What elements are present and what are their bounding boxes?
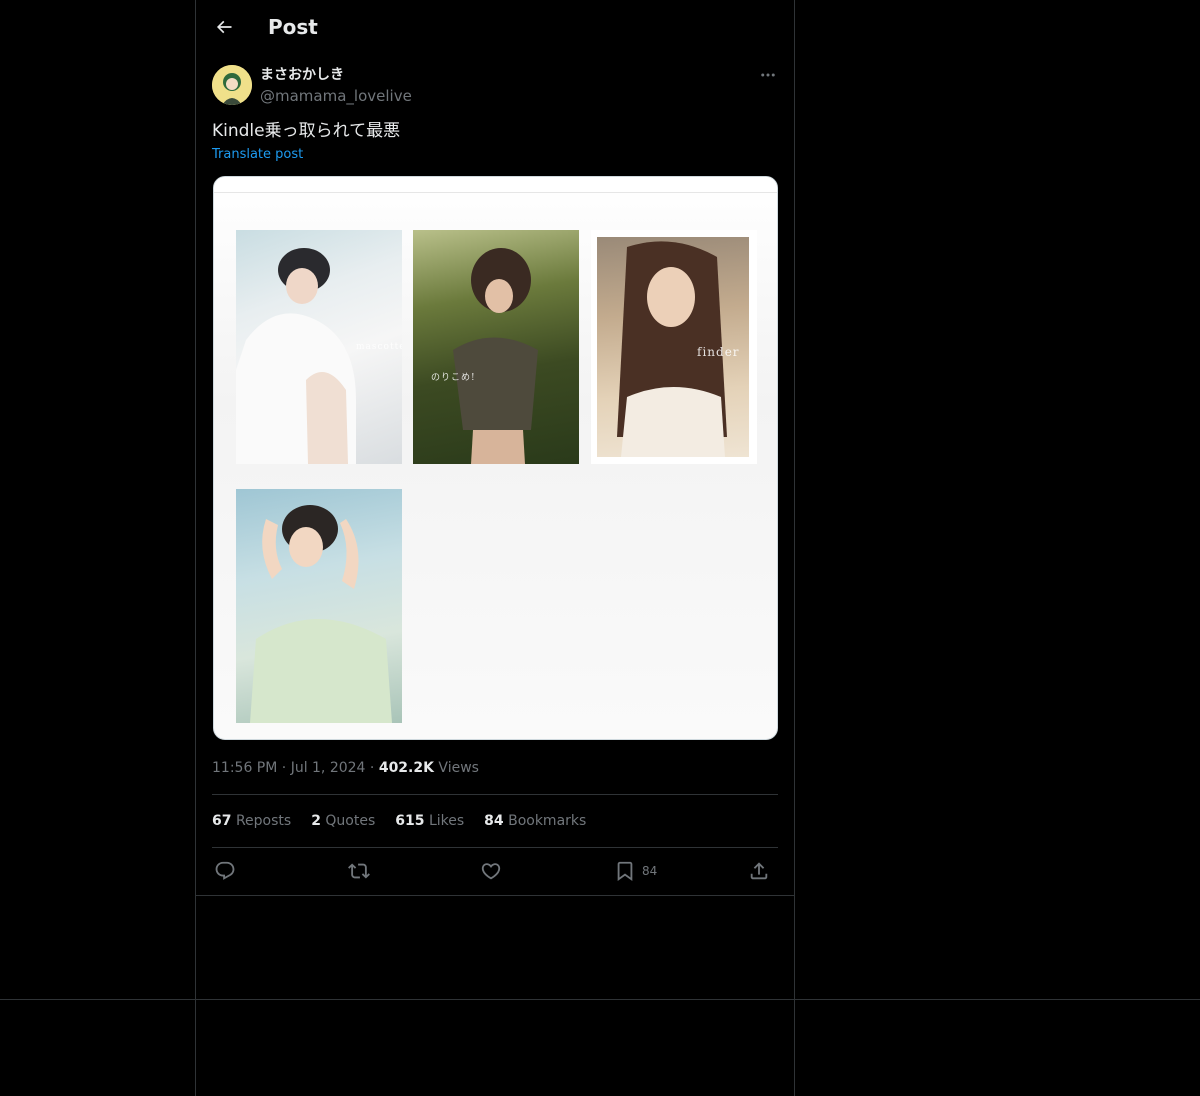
book-cover-4 xyxy=(236,489,402,723)
likes-count: 615 xyxy=(395,813,425,829)
repost-icon xyxy=(348,863,370,879)
post-text: Kindle乗っ取られて最悪 xyxy=(212,121,401,141)
translate-post-link[interactable]: Translate post xyxy=(212,146,303,164)
heart-icon xyxy=(481,863,501,880)
post-time[interactable]: 11:56 PM xyxy=(212,760,277,776)
bookmarks-count: 84 xyxy=(484,813,504,829)
like-button[interactable] xyxy=(480,858,502,884)
book-cover-1-caption: mascotte xyxy=(356,342,402,352)
share-icon xyxy=(750,862,768,880)
bookmarks-label: Bookmarks xyxy=(508,813,587,829)
divider-bottom xyxy=(196,895,794,896)
likes-label: Likes xyxy=(428,813,465,829)
repost-button[interactable] xyxy=(348,858,370,884)
action-bar: 84 xyxy=(212,858,778,884)
more-icon xyxy=(761,73,775,77)
post-date[interactable]: Jul 1, 2024 xyxy=(291,760,366,776)
bookmark-button[interactable]: 84 xyxy=(614,858,657,884)
reposts-stat[interactable]: 67 Reposts xyxy=(212,810,291,832)
bookmarks-stat[interactable]: 84 Bookmarks xyxy=(484,810,586,832)
media-top-bar xyxy=(214,177,777,193)
bookmark-icon xyxy=(617,861,633,882)
avatar-image xyxy=(212,65,252,105)
book-cover-1: mascotte xyxy=(236,230,402,464)
more-options-button[interactable] xyxy=(756,64,780,86)
book-cover-3-caption: finder xyxy=(697,345,740,359)
back-button[interactable] xyxy=(208,11,240,43)
main-column: Post まさおかしき @mamama_lovelive Kindle乗っ取られ… xyxy=(195,0,795,1096)
likes-stat[interactable]: 615 Likes xyxy=(395,810,464,832)
timestamp-separator-2: · xyxy=(369,760,375,776)
author-handle[interactable]: @mamama_lovelive xyxy=(260,86,412,106)
views-count: 402.2K xyxy=(378,760,434,776)
author-display-name[interactable]: まさおかしき xyxy=(260,65,344,85)
page: Post まさおかしき @mamama_lovelive Kindle乗っ取られ… xyxy=(0,0,1200,1096)
divider-top xyxy=(212,794,778,795)
reply-button[interactable] xyxy=(214,858,236,884)
book-cover-3: finder xyxy=(597,237,749,457)
post-timestamp: 11:56 PM · Jul 1, 2024 · 402.2K Views xyxy=(212,757,479,779)
reposts-count: 67 xyxy=(212,813,232,829)
quotes-count: 2 xyxy=(311,813,321,829)
timestamp-separator-1: · xyxy=(281,760,287,776)
bookmark-action-count: 84 xyxy=(642,864,658,878)
divider-middle xyxy=(212,847,778,848)
share-button[interactable] xyxy=(748,858,770,884)
views-label: Views xyxy=(438,760,479,776)
avatar[interactable] xyxy=(212,65,252,105)
arrow-left-icon xyxy=(216,20,232,34)
book-cover-2-caption: のりこめ! xyxy=(431,373,476,383)
book-cover-2: のりこめ! xyxy=(413,230,579,464)
post-header: Post xyxy=(196,0,794,54)
engagement-stats: 67 Reposts 2 Quotes 615 Likes 84 Bookmar… xyxy=(212,810,586,832)
quotes-label: Quotes xyxy=(325,813,376,829)
lower-boundary-line xyxy=(0,999,1200,1000)
page-title: Post xyxy=(268,15,318,39)
reply-icon xyxy=(215,861,235,880)
quotes-stat[interactable]: 2 Quotes xyxy=(311,810,375,832)
post-media-image[interactable]: mascotte のりこめ! finder xyxy=(213,176,778,740)
reposts-label: Reposts xyxy=(235,813,292,829)
